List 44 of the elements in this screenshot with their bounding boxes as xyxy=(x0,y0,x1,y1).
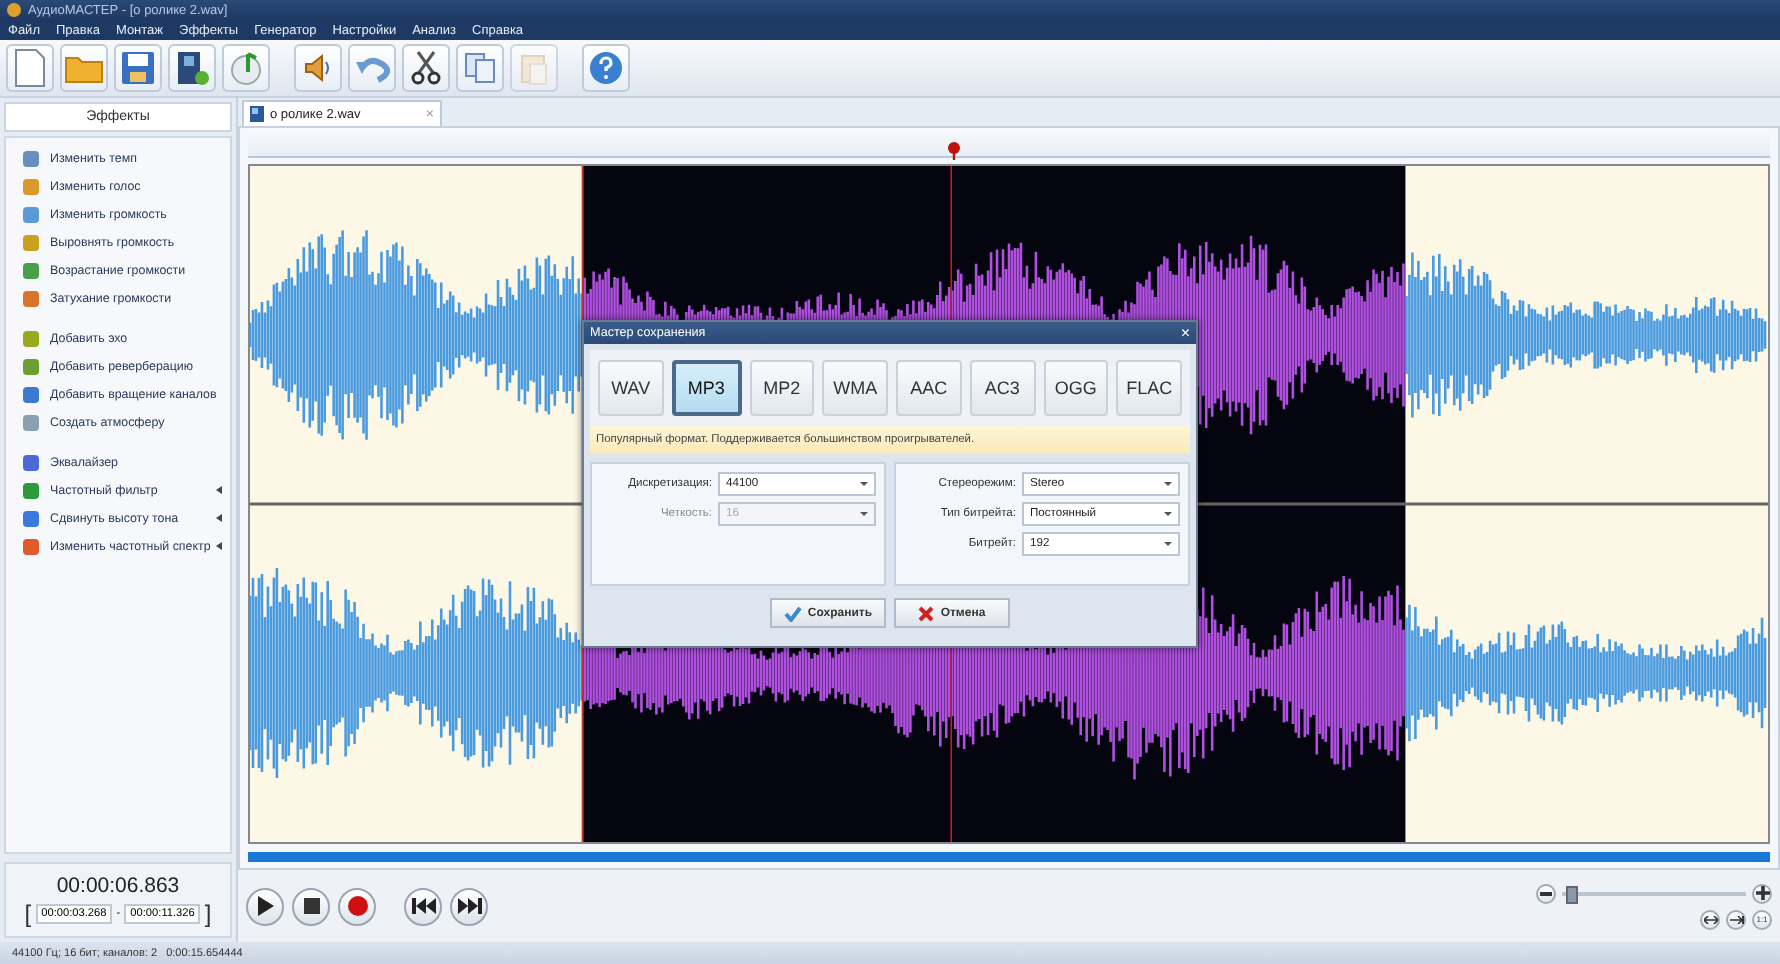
stop-icon xyxy=(303,898,319,914)
fit-width-button[interactable] xyxy=(1700,909,1720,929)
format-button[interactable]: MP2 xyxy=(749,360,815,416)
speaker-icon[interactable] xyxy=(294,44,342,92)
record-icon xyxy=(347,896,367,916)
zoom-out-button[interactable] xyxy=(1536,883,1556,903)
skip-forward-icon xyxy=(457,898,481,914)
zoom-in-button[interactable] xyxy=(1752,883,1772,903)
close-button[interactable]: × xyxy=(1180,324,1190,342)
play-button[interactable] xyxy=(246,887,284,925)
save-icon[interactable] xyxy=(114,44,162,92)
format-button[interactable]: WAV xyxy=(598,360,664,416)
folder-icon[interactable] xyxy=(60,44,108,92)
fit-selection-button[interactable] xyxy=(1726,909,1746,929)
minus-icon xyxy=(1540,891,1552,895)
stop-button[interactable] xyxy=(292,887,330,925)
bracket: [ xyxy=(24,902,32,926)
film-icon[interactable] xyxy=(168,44,216,92)
format-button[interactable]: OGG xyxy=(1043,360,1109,416)
format-button[interactable]: MP3 xyxy=(671,360,741,416)
app-icon xyxy=(6,2,22,18)
format-button[interactable]: WMA xyxy=(822,360,888,416)
cross-icon xyxy=(918,605,935,621)
skip-back-button[interactable] xyxy=(404,887,442,925)
double-arrow-icon xyxy=(1703,915,1717,923)
horizontal-scrollbar[interactable] xyxy=(248,852,1770,862)
arrow-to-bar-icon xyxy=(1729,915,1743,923)
record-button[interactable] xyxy=(338,887,376,925)
help-icon[interactable] xyxy=(582,44,630,92)
plus-icon xyxy=(1755,886,1769,900)
file-icon xyxy=(250,106,264,122)
format-button[interactable]: AAC xyxy=(896,360,962,416)
skip-back-icon xyxy=(411,898,435,914)
skip-forward-button[interactable] xyxy=(450,887,488,925)
format-button[interactable]: FLAC xyxy=(1116,360,1182,416)
scissors-icon[interactable] xyxy=(402,44,450,92)
format-button[interactable]: AC3 xyxy=(969,360,1035,416)
play-icon xyxy=(256,896,274,916)
new-file-icon[interactable] xyxy=(6,44,54,92)
bracket: ] xyxy=(204,902,212,926)
current-time: 00:00:06.863 xyxy=(56,874,180,898)
playhead-marker-icon[interactable] xyxy=(948,142,960,160)
disc-note-icon[interactable] xyxy=(222,44,270,92)
checkmark-icon xyxy=(783,605,802,621)
